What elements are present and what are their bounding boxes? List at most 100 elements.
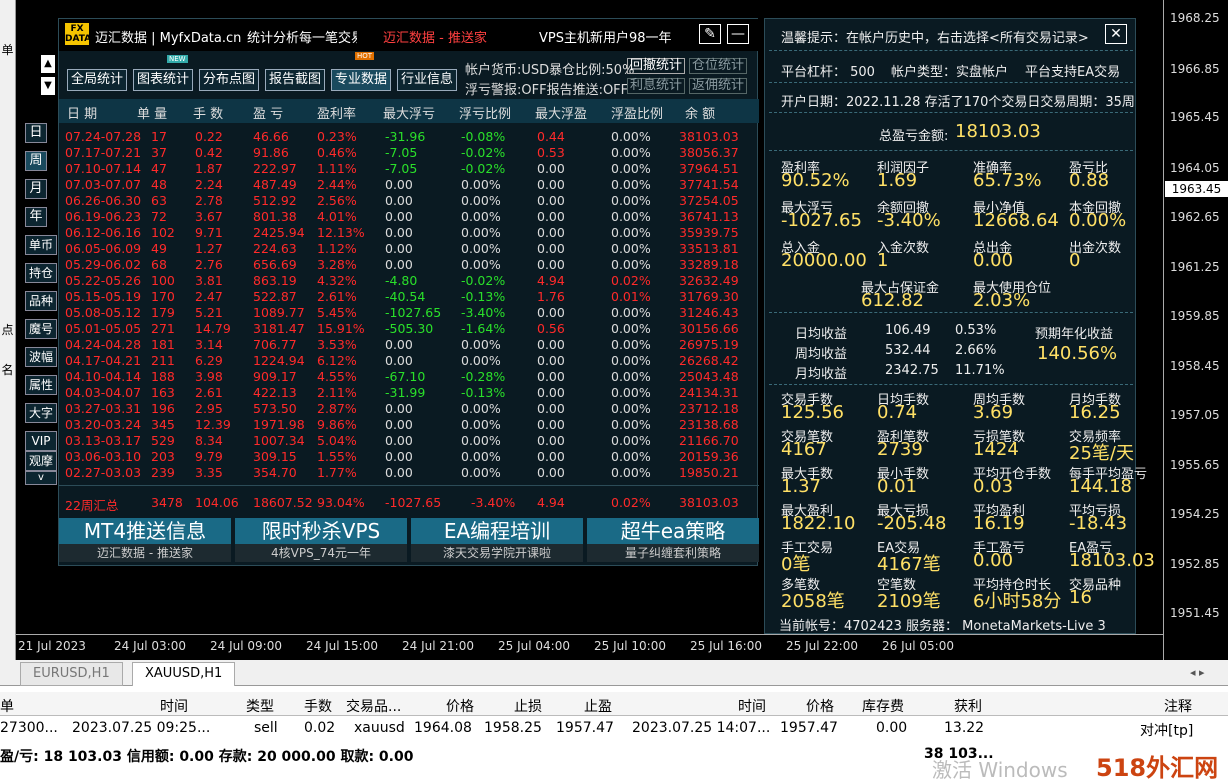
filter-symbol-button[interactable]: 单币 [25,235,57,255]
table-row[interactable]: 03.06-03.10 203 9.79 309.15 1.55% 0.00 0.00% 0.… [59,449,759,465]
ad-ea-strategy[interactable]: 超牛ea策略 量子纠缠套利策略 [587,518,759,564]
table-row[interactable]: 06.19-06.23 72 3.67 801.38 4.01% 0.00 0.00% 0.0… [59,209,759,225]
nav-global-stats[interactable]: 全局统计 [67,69,128,91]
hdr-lots[interactable]: 手数 [304,696,332,716]
table-row[interactable]: 05.08-05.12 179 5.21 1089.77 5.45% -1027.65 -3… [59,305,759,321]
table-row[interactable]: 04.10-04.14 188 3.98 909.17 4.55% -67.10 -0.28… [59,369,759,385]
table-cell: 12.39 [195,417,231,432]
nav-distribution[interactable]: 分布点图 [199,69,260,91]
ad-ea-training[interactable]: EA编程培训 漆天交易学院开课啦 [411,518,583,564]
metric-value: 1822.10 [781,513,856,534]
filter-attribute-button[interactable]: 属性 [25,375,57,395]
chevron-down-icon[interactable]: v [25,471,57,485]
filter-holding-button[interactable]: 持仓 [25,263,57,283]
table-cell: -31.96 [385,129,426,144]
vps-link[interactable]: VPS主机新用户98一年 [539,27,672,46]
nav-industry-info[interactable]: 行业信息 [397,69,458,91]
period-day-button[interactable]: 日 [25,123,47,143]
tab-xauusd[interactable]: XAUUSD,H1 [132,662,236,686]
hdr-close-time[interactable]: 时间 [738,696,766,716]
table-cell: 26975.19 [679,337,739,352]
summary-row: 22周汇总 3478 104.06 18607.52 93.04% -1027.… [59,495,759,513]
drawdown-stats-button[interactable]: 回撤统计 [627,58,686,74]
order-row[interactable]: 27300... 2023.07.25 09:25... sell 0.02 x… [0,716,1228,742]
hdr-symbol[interactable]: 交易品... [346,696,401,716]
tab-scroll-icon[interactable]: ◂ ▸ [1190,666,1205,679]
interest-stats-button[interactable]: 利息统计 [627,78,686,94]
period-year-button[interactable]: 年 [25,207,47,227]
filter-volatility-button[interactable]: 波幅 [25,347,57,367]
tab-eurusd[interactable]: EURUSD,H1 [20,662,123,686]
hdr-type[interactable]: 类型 [246,696,274,716]
fxdata-logo: FX DATA [65,23,92,45]
table-cell: 0.02% [611,273,651,288]
push-link[interactable]: 迈汇数据 - 推送家 [383,27,487,46]
table-cell: 224.63 [253,241,297,256]
hdr-sl[interactable]: 止损 [514,696,542,716]
table-row[interactable]: 07.10-07.14 47 1.87 222.97 1.11% -7.05 -0.02% 0… [59,161,759,177]
ad-vps[interactable]: 限时秒杀VPS 4核VPS_74元一年 [235,518,407,564]
filter-magic-button[interactable]: 魔号 [25,319,57,339]
ad-title: 限时秒杀VPS [235,518,407,544]
table-row[interactable]: 05.29-06.02 68 2.76 656.69 3.28% 0.00 0.00% 0.0… [59,257,759,273]
rebate-stats-button[interactable]: 返佣统计 [689,78,748,94]
table-row[interactable]: 02.27-03.03 239 3.35 354.70 1.77% 0.00 0.00% 0.… [59,465,759,481]
period-month-button[interactable]: 月 [25,179,47,199]
table-row[interactable]: 06.26-06.30 63 2.78 512.92 2.56% 0.00 0.00% 0.0… [59,193,759,209]
table-row[interactable]: 05.22-05.26 100 3.81 863.19 4.32% -4.80 -0.02%… [59,273,759,289]
minimize-button[interactable]: — [727,24,749,44]
summary-pnl: 18607.52 [253,495,313,510]
table-cell: 2.87% [317,401,357,416]
hdr-price[interactable]: 价格 [446,696,474,716]
left-edge-char: 点 [1,323,14,337]
hdr-order[interactable]: 单 [0,696,14,716]
hdr-profit[interactable]: 获利 [954,696,982,716]
price-tick: 1962.65 [1170,210,1220,224]
hdr-tp[interactable]: 止盈 [584,696,612,716]
table-row[interactable]: 06.05-06.09 49 1.27 224.63 1.12% 0.00 0.00% 0.0… [59,241,759,257]
position-stats-button[interactable]: 仓位统计 [689,58,748,74]
edit-icon[interactable]: ✎ [699,24,721,44]
price-tick: 1968.25 [1170,11,1220,25]
hdr-comment[interactable]: 注释 [1164,696,1192,716]
table-cell: 31246.43 [679,305,739,320]
table-row[interactable]: 03.27-03.31 196 2.95 573.50 2.87% 0.00 0.00% 0.… [59,401,759,417]
table-row[interactable]: 04.24-04.28 181 3.14 706.77 3.53% 0.00 0.00% 0.… [59,337,759,353]
scroll-up-button[interactable]: ▲ [41,55,55,73]
nav-report-screenshot[interactable]: 报告截图 [265,69,326,91]
scroll-down-button[interactable]: ▼ [41,77,55,95]
table-row[interactable]: 04.17-04.21 211 6.29 1224.94 6.12% 0.00 0.00% 0… [59,353,759,369]
nav-chart-stats[interactable]: 图表统计 [133,69,194,91]
hdr-swap[interactable]: 库存费 [862,696,904,716]
summary-label: 22周汇总 [65,498,119,513]
observe-button[interactable]: 观摩 [25,451,57,471]
vip-button[interactable]: VIP [25,431,57,451]
metric-value: 1424 [973,439,1019,460]
table-cell: 2.61% [317,289,357,304]
site-logo: 518外汇网 [1096,754,1219,782]
close-icon[interactable]: ✕ [1105,24,1127,44]
table-row[interactable]: 07.17-07.21 37 0.42 91.86 0.46% -7.05 -0.02% 0.… [59,145,759,161]
table-row[interactable]: 05.15-05.19 170 2.47 522.87 2.61% -40.54 -0.13… [59,289,759,305]
chart-tabs: EURUSD,H1 XAUUSD,H1 ◂ ▸ [0,660,1228,686]
table-cell: -3.40% [461,305,506,320]
table-row[interactable]: 05.01-05.05 271 14.79 3181.47 15.91% -505.30 -… [59,321,759,337]
period-week-button[interactable]: 周 [25,151,47,171]
table-row[interactable]: 04.03-04.07 163 2.61 422.13 2.11% -31.99 -0.13… [59,385,759,401]
table-row[interactable]: 07.24-07.28 17 0.22 46.66 0.23% -31.96 -0.08% 0… [59,129,759,145]
table-cell: 0.00% [611,305,651,320]
hdr-close-price[interactable]: 价格 [806,696,834,716]
hdr-time[interactable]: 时间 [160,696,188,716]
nav-pro-data[interactable]: 专业数据 [331,69,392,91]
ad-mt4-push[interactable]: MT4推送信息 迈汇数据 - 推送家 [59,518,231,564]
table-cell: 1971.98 [253,417,305,432]
large-font-button[interactable]: 大字 [25,403,57,423]
summary-max-float-loss: -1027.65 [385,495,442,510]
metric-value: 0.88 [1069,170,1110,191]
table-cell: 04.03-04.07 [65,385,142,400]
table-row[interactable]: 03.13-03.17 529 8.34 1007.34 5.04% 0.00 0.00% 0… [59,433,759,449]
table-row[interactable]: 06.12-06.16 102 9.71 2425.94 12.13% 0.00 0.00%… [59,225,759,241]
table-row[interactable]: 07.03-07.07 48 2.24 487.49 2.44% 0.00 0.00% 0.0… [59,177,759,193]
filter-instrument-button[interactable]: 品种 [25,291,57,311]
table-row[interactable]: 03.20-03.24 345 12.39 1971.98 9.86% 0.00 0.00%… [59,417,759,433]
